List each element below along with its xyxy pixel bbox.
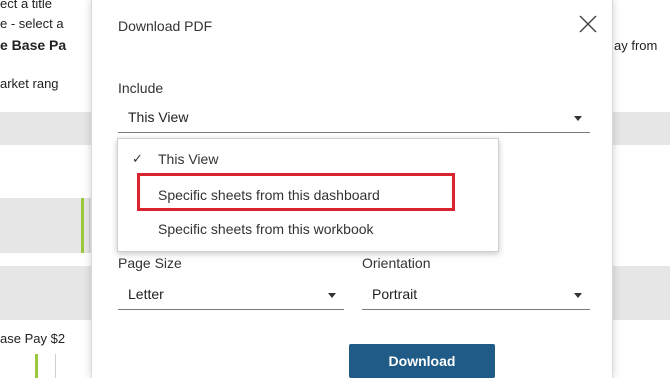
include-select-value: This View	[128, 109, 189, 125]
close-icon[interactable]	[576, 12, 600, 36]
chevron-down-icon	[328, 293, 336, 298]
bg-text-select-hint: e - select a	[0, 16, 64, 31]
page-size-select[interactable]: Letter	[118, 281, 344, 310]
bg-text-market-range: arket rang	[0, 76, 59, 91]
bg-text-title-hint: ect a title	[0, 0, 53, 11]
menu-item-label: This View	[158, 151, 219, 167]
orientation-label: Orientation	[362, 255, 431, 271]
download-button[interactable]: Download	[349, 344, 495, 378]
bg-chart-area-left	[0, 198, 91, 253]
include-select[interactable]: This View	[118, 104, 590, 133]
chevron-down-icon	[574, 116, 582, 121]
bg-header-band-right	[611, 112, 670, 145]
bg-text-right: ay from	[614, 38, 658, 53]
include-dropdown-menu: ✓ This View Specific sheets from this da…	[117, 138, 499, 252]
bg-green-marker	[81, 198, 84, 253]
bg-chart-area-right	[611, 266, 670, 320]
orientation-select[interactable]: Portrait	[362, 281, 590, 310]
menu-item-workbook-sheets[interactable]: Specific sheets from this workbook	[118, 215, 498, 243]
bg-text-base-pay-title: e Base Pa	[0, 37, 67, 53]
include-label: Include	[118, 80, 164, 96]
dialog-title: Download PDF	[118, 18, 213, 34]
check-icon: ✓	[132, 151, 143, 166]
page-size-label: Page Size	[118, 255, 182, 271]
menu-item-this-view[interactable]: ✓ This View	[118, 145, 498, 173]
menu-item-dashboard-sheets[interactable]: Specific sheets from this dashboard	[118, 181, 498, 209]
menu-item-label: Specific sheets from this workbook	[158, 221, 374, 237]
chevron-down-icon	[574, 293, 582, 298]
bg-grey-divider-2	[55, 354, 56, 378]
bg-text-base-pay: ase Pay $2	[0, 331, 66, 346]
bg-header-band-left	[0, 112, 91, 145]
page-size-value: Letter	[128, 286, 164, 302]
orientation-value: Portrait	[372, 286, 418, 302]
menu-item-label: Specific sheets from this dashboard	[158, 187, 380, 203]
bg-chart-area-left-2	[0, 266, 91, 320]
bg-grey-divider	[89, 198, 90, 253]
bg-green-marker-2	[35, 354, 38, 378]
